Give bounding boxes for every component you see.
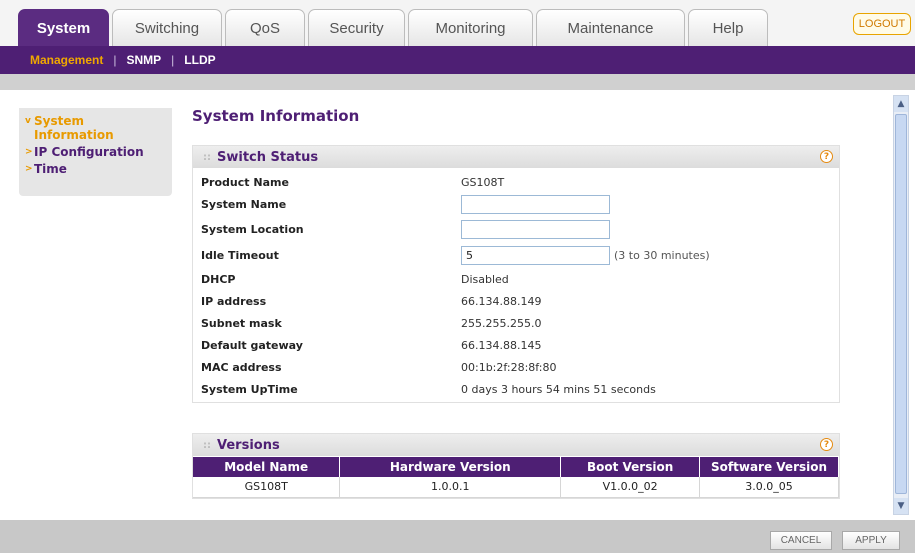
subnet-mask-value: 255.255.255.0 <box>461 316 542 330</box>
apply-button[interactable]: APPLY <box>842 531 900 550</box>
subnav-snmp[interactable]: SNMP <box>116 53 171 67</box>
system-uptime-row: System UpTime 0 days 3 hours 54 mins 51 … <box>201 379 656 399</box>
left-menu: v System Information > IP Configuration … <box>19 108 172 196</box>
product-name-label: Product Name <box>201 175 289 189</box>
dhcp-row: DHCP Disabled <box>201 269 509 289</box>
chevron-right-icon: > <box>25 164 33 174</box>
idle-timeout-input[interactable] <box>461 245 610 265</box>
subnet-mask-row: Subnet mask 255.255.255.0 <box>201 313 541 333</box>
chevron-right-icon: > <box>25 147 33 157</box>
tab-monitoring[interactable]: Monitoring <box>408 9 533 46</box>
product-name-row: Product Name GS108T <box>201 172 504 192</box>
menu-item-ip-configuration[interactable]: > IP Configuration <box>25 145 172 159</box>
menu-item-system-information[interactable]: v System Information <box>25 114 172 142</box>
tab-system[interactable]: System <box>18 9 109 46</box>
header-divider <box>0 74 915 90</box>
tab-qos[interactable]: QoS <box>225 9 305 46</box>
menu-item-label: Time <box>34 162 67 176</box>
system-location-label: System Location <box>201 222 304 236</box>
tab-help[interactable]: Help <box>688 9 768 46</box>
column-header: Model Name <box>193 457 341 477</box>
idle-timeout-row: Idle Timeout (3 to 30 minutes) <box>201 245 710 265</box>
scroll-up-icon[interactable]: ▲ <box>894 96 908 112</box>
subnav-management[interactable]: Management <box>20 53 113 67</box>
grip-icon: :: <box>203 439 211 451</box>
column-header: Software Version <box>699 457 839 477</box>
help-icon[interactable]: ? <box>820 438 833 451</box>
mac-address-value: 00:1b:2f:28:8f:80 <box>461 360 557 374</box>
footer-bar: CANCEL APPLY <box>0 520 915 553</box>
idle-timeout-hint: (3 to 30 minutes) <box>614 248 710 262</box>
menu-item-label: IP Configuration <box>34 145 144 159</box>
sub-navigation: Management | SNMP | LLDP <box>0 46 915 74</box>
menu-item-label: System Information <box>34 114 114 142</box>
switch-status-header: :: Switch Status ? <box>193 146 839 168</box>
switch-status-title: Switch Status <box>217 149 319 165</box>
scrollbar-thumb[interactable] <box>895 114 907 494</box>
column-header: Boot Version <box>560 457 701 477</box>
mac-address-label: MAC address <box>201 360 282 374</box>
subnet-mask-label: Subnet mask <box>201 316 282 330</box>
cancel-button[interactable]: CANCEL <box>770 531 832 550</box>
versions-panel: :: Versions ? Model Name Hardware Versio… <box>192 433 840 499</box>
menu-item-label-line2: Information <box>34 128 114 142</box>
table-cell-software: 3.0.0_05 <box>699 477 839 498</box>
logout-button[interactable]: LOGOUT <box>853 13 911 35</box>
table-cell-hardware: 1.0.0.1 <box>339 477 562 498</box>
system-name-input[interactable] <box>461 194 610 214</box>
table-row: GS108T 1.0.0.1 V1.0.0_02 3.0.0_05 <box>193 477 839 498</box>
switch-status-panel: :: Switch Status ? Product Name GS108T S… <box>192 145 840 403</box>
table-cell-boot: V1.0.0_02 <box>560 477 701 498</box>
table-header-row: Model Name Hardware Version Boot Version… <box>193 457 839 477</box>
product-name-value: GS108T <box>461 175 505 189</box>
tab-security[interactable]: Security <box>308 9 405 46</box>
vertical-scrollbar[interactable]: ▲ ▼ <box>893 95 909 515</box>
system-location-input[interactable] <box>461 219 610 239</box>
system-name-label: System Name <box>201 197 287 211</box>
chevron-down-icon: v <box>25 116 31 126</box>
column-header: Hardware Version <box>339 457 562 477</box>
main-tabs: System Switching QoS Security Monitoring… <box>18 9 771 46</box>
versions-header: :: Versions ? <box>193 434 839 456</box>
ip-address-value: 66.134.88.149 <box>461 294 542 308</box>
menu-item-label-line1: System <box>34 114 84 128</box>
default-gateway-row: Default gateway 66.134.88.145 <box>201 335 541 355</box>
subnav-lldp[interactable]: LLDP <box>174 53 225 67</box>
grip-icon: :: <box>203 151 211 163</box>
system-uptime-label: System UpTime <box>201 382 298 396</box>
page-title: System Information <box>192 107 360 125</box>
versions-title: Versions <box>217 437 280 453</box>
system-location-row: System Location <box>201 219 610 239</box>
table-cell-model: GS108T <box>193 477 341 498</box>
dhcp-value: Disabled <box>461 272 509 286</box>
dhcp-label: DHCP <box>201 272 236 286</box>
versions-table: Model Name Hardware Version Boot Version… <box>193 457 839 498</box>
scroll-down-icon[interactable]: ▼ <box>894 498 908 514</box>
tab-maintenance[interactable]: Maintenance <box>536 9 685 46</box>
default-gateway-value: 66.134.88.145 <box>461 338 542 352</box>
system-uptime-value: 0 days 3 hours 54 mins 51 seconds <box>461 382 656 396</box>
ip-address-row: IP address 66.134.88.149 <box>201 291 541 311</box>
default-gateway-label: Default gateway <box>201 338 303 352</box>
mac-address-row: MAC address 00:1b:2f:28:8f:80 <box>201 357 556 377</box>
top-navigation: System Switching QoS Security Monitoring… <box>0 0 915 46</box>
tab-switching[interactable]: Switching <box>112 9 222 46</box>
help-icon[interactable]: ? <box>820 150 833 163</box>
menu-item-time[interactable]: > Time <box>25 162 172 176</box>
idle-timeout-label: Idle Timeout <box>201 248 279 262</box>
system-name-row: System Name <box>201 194 610 214</box>
ip-address-label: IP address <box>201 294 267 308</box>
